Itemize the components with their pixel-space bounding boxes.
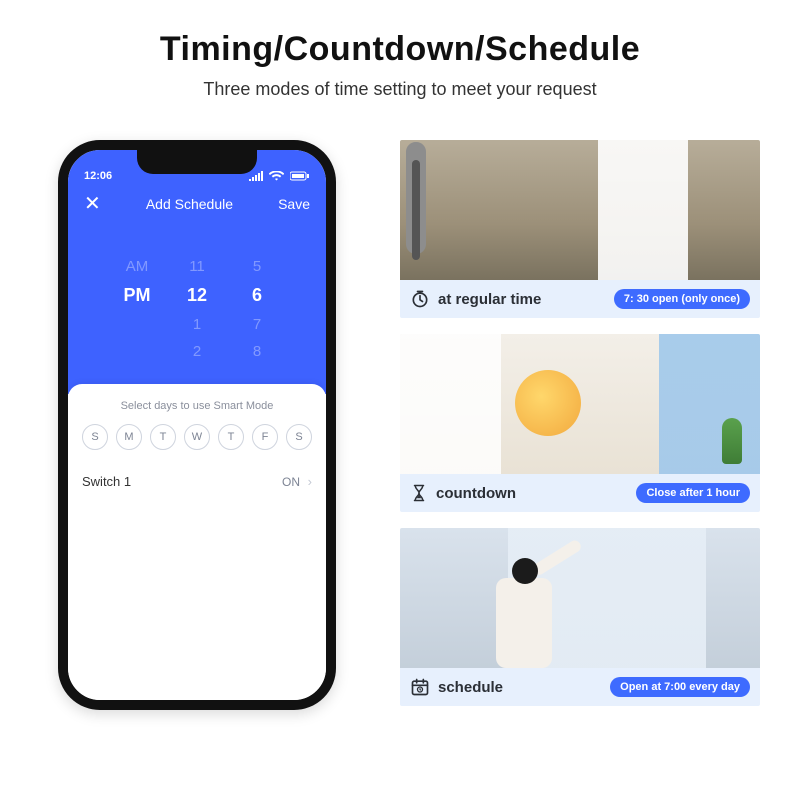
- person-silhouette: [490, 558, 558, 668]
- mode-label: at regular time: [438, 291, 541, 308]
- status-indicators: [249, 170, 310, 182]
- mode-card-schedule: schedule Open at 7:00 every day: [400, 528, 760, 706]
- switch-value: ON: [282, 475, 300, 489]
- smart-mode-hint: Select days to use Smart Mode: [82, 400, 312, 412]
- picker-minute[interactable]: 5 6 7 8: [227, 224, 287, 394]
- signal-icon: [249, 171, 263, 181]
- room-photo: [400, 140, 760, 280]
- calendar-icon: [410, 677, 430, 697]
- day-mon[interactable]: M: [116, 424, 142, 450]
- options-sheet: Select days to use Smart Mode S M T W T …: [68, 384, 326, 700]
- switch-row[interactable]: Switch 1 ON ›: [82, 470, 312, 493]
- room-photo: [400, 334, 760, 474]
- time-picker[interactable]: AM PM 11 12 1 2 5 6 7: [68, 224, 326, 394]
- day-sat[interactable]: S: [286, 424, 312, 450]
- day-wed[interactable]: W: [184, 424, 210, 450]
- page-title: Timing/Countdown/Schedule: [0, 30, 800, 69]
- wifi-icon: [269, 171, 284, 181]
- chevron-right-icon: ›: [308, 474, 312, 489]
- mode-pill: 7: 30 open (only once): [614, 289, 750, 309]
- mode-pill: Close after 1 hour: [636, 483, 750, 503]
- picker-hour[interactable]: 11 12 1 2: [167, 224, 227, 394]
- mode-card-countdown: countdown Close after 1 hour: [400, 334, 760, 512]
- day-tue[interactable]: T: [150, 424, 176, 450]
- mode-pill: Open at 7:00 every day: [610, 677, 750, 697]
- switch-label: Switch 1: [82, 474, 131, 489]
- phone-notch: [137, 150, 257, 174]
- screen-title: Add Schedule: [146, 196, 233, 212]
- phone-mockup: 12:06 ✕ Add Schedule Save AM PM: [58, 140, 336, 710]
- save-button[interactable]: Save: [278, 196, 310, 212]
- day-sun[interactable]: S: [82, 424, 108, 450]
- page-subtitle: Three modes of time setting to meet your…: [0, 79, 800, 100]
- clock-icon: [410, 289, 430, 309]
- day-fri[interactable]: F: [252, 424, 278, 450]
- mode-card-regular: at regular time 7: 30 open (only once): [400, 140, 760, 318]
- close-button[interactable]: ✕: [84, 194, 101, 214]
- picker-ampm[interactable]: AM PM: [107, 224, 167, 394]
- day-thu[interactable]: T: [218, 424, 244, 450]
- room-photo: [400, 528, 760, 668]
- day-selector: S M T W T F S: [82, 424, 312, 450]
- hourglass-icon: [410, 483, 428, 503]
- status-time: 12:06: [84, 170, 112, 182]
- battery-icon: [290, 171, 310, 181]
- mode-label: schedule: [438, 679, 503, 696]
- mode-label: countdown: [436, 485, 516, 502]
